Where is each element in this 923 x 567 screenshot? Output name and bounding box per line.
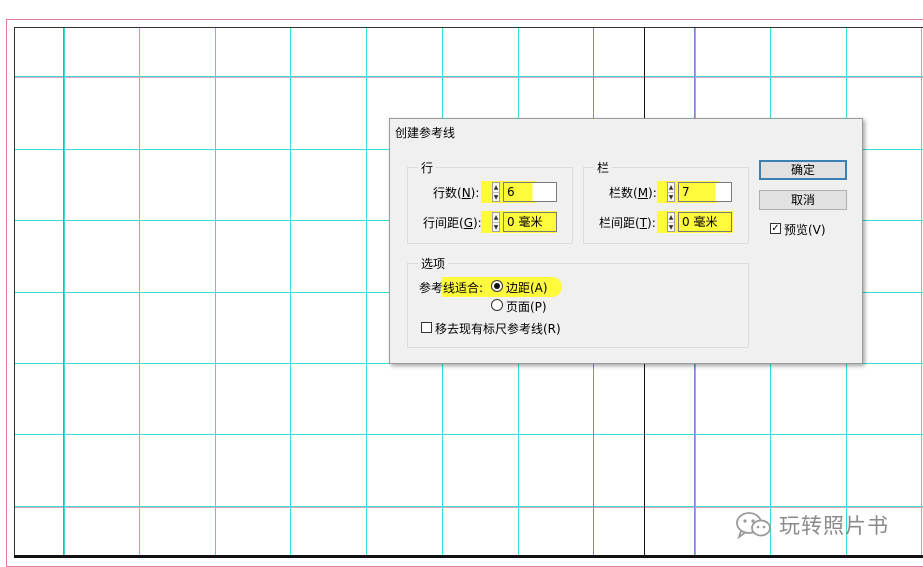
preview-label[interactable]: 预览(V) — [784, 221, 826, 238]
top-margin-line — [14, 27, 923, 28]
radio-selected-dot — [494, 283, 500, 289]
options-group-label: 选项 — [418, 255, 449, 272]
row-count-input[interactable]: 6 — [503, 182, 557, 202]
row-count-label: 行数(N): — [433, 186, 480, 200]
column-gutter-label: 栏间距(T): — [599, 216, 656, 230]
create-guides-dialog: 创建参考线 行 行数(N): ▲ ▼ 6 行间距(G): ▲ ▼ 0 毫米 栏 栏数… — [389, 118, 863, 364]
row-gutter-spinner[interactable]: ▲ ▼ — [492, 212, 500, 232]
column-guide — [366, 27, 367, 555]
row-gutter-input[interactable]: 0 毫米 — [503, 212, 557, 232]
arrow-up-icon[interactable]: ▲ — [493, 183, 499, 192]
fit-page-label[interactable]: 页面(P) — [506, 298, 547, 315]
arrow-up-icon[interactable]: ▲ — [668, 183, 674, 192]
row-guide — [14, 76, 923, 77]
row-guide — [14, 507, 923, 508]
row-guide — [14, 77, 923, 78]
row-gutter-label: 行间距(G): — [423, 216, 482, 230]
column-count-label: 栏数(M): — [609, 186, 657, 200]
watermark: 玩转照片书 — [735, 510, 889, 540]
arrow-down-icon[interactable]: ▼ — [493, 222, 499, 232]
guides-fit-label: 参考线适合: — [419, 281, 484, 295]
columns-group-label: 栏 — [594, 159, 613, 176]
arrow-down-icon[interactable]: ▼ — [668, 222, 674, 232]
column-count-input[interactable]: 7 — [678, 182, 732, 202]
watermark-text: 玩转照片书 — [779, 514, 889, 538]
dialog-title: 创建参考线 — [395, 126, 456, 140]
column-count-spinner[interactable]: ▲ ▼ — [667, 182, 675, 202]
ok-button[interactable]: 确定 — [759, 160, 847, 180]
rows-group-label: 行 — [418, 159, 437, 176]
arrow-up-icon[interactable]: ▲ — [668, 213, 674, 222]
column-guide — [215, 27, 216, 555]
arrow-down-icon[interactable]: ▼ — [493, 192, 499, 202]
column-guide — [64, 27, 65, 555]
cancel-button[interactable]: 取消 — [759, 190, 847, 210]
column-guide — [290, 27, 291, 555]
row-guide — [14, 434, 923, 435]
preview-checkbox[interactable]: ✓ — [770, 223, 781, 234]
fit-margins-radio[interactable] — [491, 280, 503, 292]
wechat-icon — [736, 512, 771, 539]
column-gutter-spinner[interactable]: ▲ ▼ — [667, 212, 675, 232]
row-count-spinner[interactable]: ▲ ▼ — [492, 182, 500, 202]
left-margin-line — [14, 27, 15, 557]
row-guide — [14, 506, 923, 507]
fit-page-radio[interactable] — [491, 299, 503, 311]
checkmark-icon: ✓ — [771, 223, 780, 234]
arrow-down-icon[interactable]: ▼ — [668, 192, 674, 202]
column-gutter-input[interactable]: 0 毫米 — [678, 212, 732, 232]
page-bottom-edge — [14, 555, 923, 558]
column-guide — [139, 27, 140, 555]
arrow-up-icon[interactable]: ▲ — [493, 213, 499, 222]
remove-existing-guides-checkbox[interactable] — [421, 322, 432, 333]
remove-existing-guides-label[interactable]: 移去现有标尺参考线(R) — [435, 320, 561, 337]
column-guide — [921, 27, 922, 555]
fit-margins-label[interactable]: 边距(A) — [506, 279, 548, 296]
